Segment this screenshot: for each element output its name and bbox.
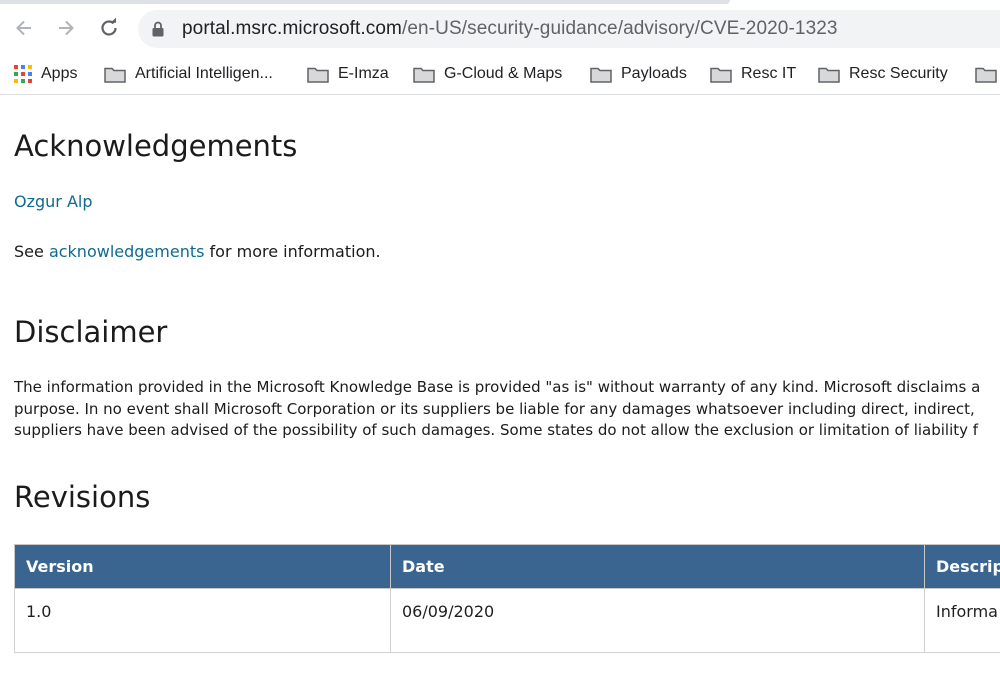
column-header-description: Descript bbox=[924, 544, 1000, 589]
tab-strip-edge bbox=[0, 0, 730, 4]
see-suffix: for more information. bbox=[209, 242, 381, 261]
acknowledgements-heading: Acknowledgements bbox=[14, 129, 298, 163]
folder-icon bbox=[413, 67, 435, 83]
bookmarks-bar: Apps Artificial Intelligen... E-Imza G-C… bbox=[0, 54, 1000, 95]
lock-icon bbox=[152, 21, 164, 37]
bookmark-apps[interactable]: Apps bbox=[14, 62, 77, 86]
bookmark-folder-overflow[interactable] bbox=[975, 62, 1000, 86]
bookmark-folder-ai[interactable]: Artificial Intelligen... bbox=[104, 62, 273, 86]
reload-button[interactable] bbox=[96, 15, 122, 41]
table-header-row: Version Date Descript bbox=[14, 544, 1000, 589]
address-bar[interactable]: portal.msrc.microsoft.com/en-US/security… bbox=[138, 10, 1000, 48]
bookmark-folder-g-cloud[interactable]: G-Cloud & Maps bbox=[413, 62, 562, 86]
cell-date: 06/09/2020 bbox=[390, 588, 925, 653]
see-prefix: See bbox=[14, 242, 44, 261]
bookmark-label: Payloads bbox=[621, 65, 687, 82]
apps-grid-icon bbox=[14, 65, 32, 83]
bookmark-folder-resc-security[interactable]: Resc Security bbox=[818, 62, 948, 86]
column-header-version: Version bbox=[14, 544, 391, 589]
bookmark-label: G-Cloud & Maps bbox=[444, 65, 563, 82]
folder-icon bbox=[307, 67, 329, 83]
disclaimer-line: suppliers have been advised of the possi… bbox=[14, 421, 979, 439]
folder-icon bbox=[710, 67, 732, 83]
bookmark-folder-payloads[interactable]: Payloads bbox=[590, 62, 687, 86]
acknowledgements-see-more: See acknowledgements for more informatio… bbox=[14, 241, 381, 263]
acknowledged-person: Ozgur Alp bbox=[14, 191, 93, 213]
bookmark-label: E-Imza bbox=[338, 65, 389, 82]
disclaimer-line: The information provided in the Microsof… bbox=[14, 378, 981, 396]
cell-description: Informa bbox=[924, 588, 1000, 653]
bookmark-label: Resc IT bbox=[741, 65, 797, 82]
folder-icon bbox=[590, 67, 612, 83]
disclaimer-text: The information provided in the Microsof… bbox=[14, 377, 1000, 442]
folder-icon bbox=[975, 67, 997, 83]
forward-button[interactable] bbox=[53, 15, 79, 41]
folder-icon bbox=[104, 67, 126, 83]
arrow-left-icon bbox=[16, 20, 31, 36]
acknowledgements-link[interactable]: acknowledgements bbox=[49, 242, 205, 261]
back-button[interactable] bbox=[11, 15, 37, 41]
acknowledged-person-link[interactable]: Ozgur Alp bbox=[14, 192, 93, 211]
folder-icon bbox=[818, 67, 840, 83]
disclaimer-heading: Disclaimer bbox=[14, 315, 168, 349]
cell-version: 1.0 bbox=[14, 588, 391, 653]
bookmark-folder-e-imza[interactable]: E-Imza bbox=[307, 62, 389, 86]
reload-icon bbox=[101, 17, 117, 36]
browser-toolbar: portal.msrc.microsoft.com/en-US/security… bbox=[0, 0, 1000, 54]
bookmark-folder-resc-it[interactable]: Resc IT bbox=[710, 62, 796, 86]
disclaimer-line: purpose. In no event shall Microsoft Cor… bbox=[14, 399, 975, 418]
table-row: 1.0 06/09/2020 Informa bbox=[14, 588, 1000, 653]
revisions-table: Version Date Descript 1.0 06/09/2020 Inf… bbox=[14, 544, 1000, 653]
revisions-heading: Revisions bbox=[14, 480, 151, 514]
url-path: /en-US/security-guidance/advisory/CVE-20… bbox=[401, 18, 838, 39]
bookmark-label: Apps bbox=[41, 65, 78, 82]
url-text[interactable]: portal.msrc.microsoft.com/en-US/security… bbox=[182, 18, 838, 40]
arrow-right-icon bbox=[59, 20, 74, 36]
column-header-date: Date bbox=[390, 544, 925, 589]
bookmark-label: Resc Security bbox=[849, 65, 948, 82]
bookmark-label: Artificial Intelligen... bbox=[135, 65, 273, 82]
url-host: portal.msrc.microsoft.com bbox=[182, 18, 402, 39]
